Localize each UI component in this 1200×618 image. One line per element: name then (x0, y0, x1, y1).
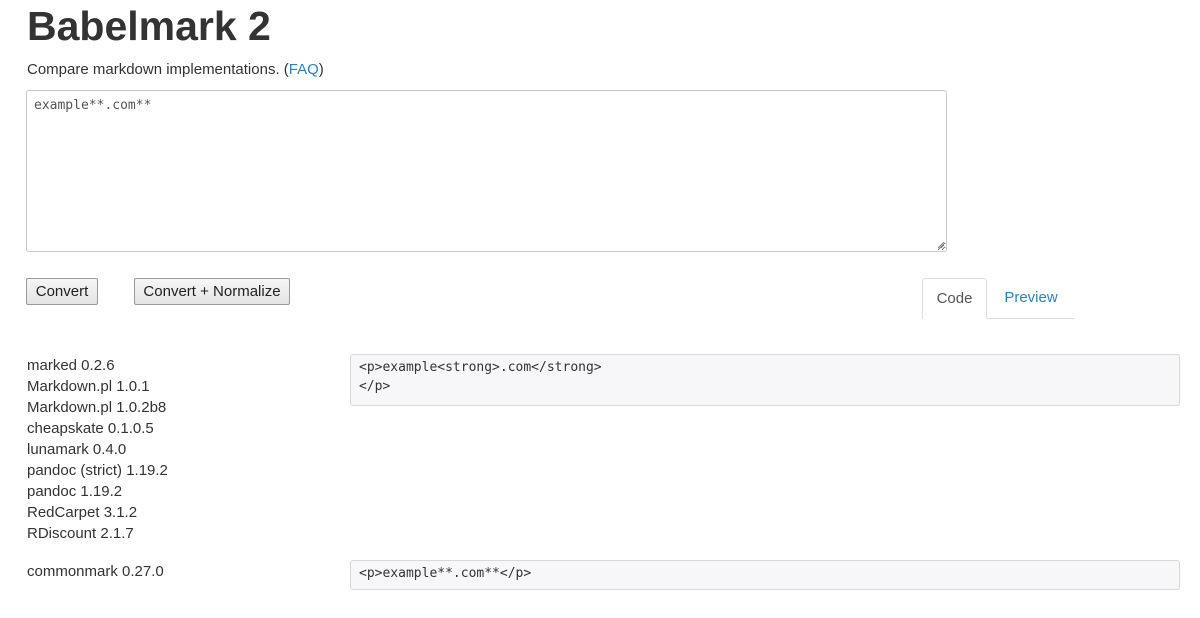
implementation-group-1: marked 0.2.6 Markdown.pl 1.0.1 Markdown.… (27, 355, 168, 544)
implementation-name: RedCarpet 3.1.2 (27, 504, 138, 521)
implementation-name: Markdown.pl 1.0.2b8 (27, 399, 167, 416)
convert-normalize-button[interactable]: Convert + Normalize (134, 278, 290, 305)
page-title: Babelmark 2 (27, 3, 271, 49)
subtitle: Compare markdown implementations. (FAQ) (27, 61, 324, 79)
subtitle-suffix: ) (318, 61, 324, 78)
markdown-input[interactable]: example**.com** (26, 90, 947, 252)
implementation-name: lunamark 0.4.0 (27, 441, 127, 458)
output-tabs: Code Preview (922, 278, 1074, 319)
implementation-name: pandoc 1.19.2 (27, 483, 123, 500)
implementation-name: RDiscount 2.1.7 (27, 525, 134, 542)
implementation-name: Markdown.pl 1.0.1 (27, 378, 150, 395)
output-code-group-1: <p>example<strong>.com</strong> </p> (350, 354, 1180, 406)
implementation-name: marked 0.2.6 (27, 357, 115, 374)
implementation-name: commonmark 0.27.0 (27, 563, 164, 580)
output-code-group-2: <p>example**.com**</p> (350, 560, 1180, 590)
implementation-name: pandoc (strict) 1.19.2 (27, 462, 168, 479)
tab-preview[interactable]: Preview (988, 278, 1074, 318)
implementation-name: cheapskate 0.1.0.5 (27, 420, 154, 437)
resize-grip-icon[interactable] (937, 241, 945, 249)
faq-link[interactable]: FAQ (289, 61, 319, 78)
subtitle-prefix: Compare markdown implementations. ( (27, 61, 289, 78)
tab-code[interactable]: Code (922, 278, 987, 319)
convert-button[interactable]: Convert (26, 278, 98, 305)
